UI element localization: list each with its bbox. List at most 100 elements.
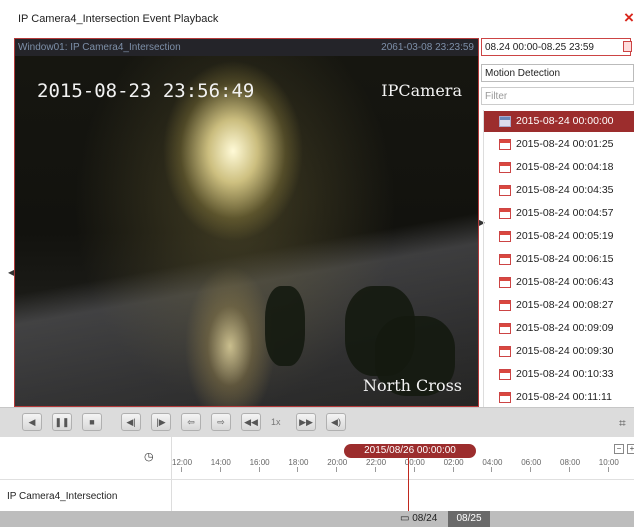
speed-label: 1x [271, 417, 281, 427]
video-frame [15, 56, 478, 406]
event-list-item[interactable]: 2015-08-24 00:08:27 [484, 295, 634, 316]
collapse-left-arrow-icon[interactable]: ◀ [8, 268, 14, 277]
event-time: 2015-08-24 00:09:30 [516, 345, 614, 357]
event-list-item[interactable]: 2015-08-24 00:09:09 [484, 318, 634, 339]
fast-button[interactable]: ▶▶ [296, 413, 316, 431]
timeline-tick [491, 467, 493, 472]
day-prev-label[interactable]: ▭ 08/24 [400, 513, 437, 524]
timeline-tick [569, 467, 570, 472]
zoom-out-icon[interactable]: − [614, 444, 624, 454]
slow-button[interactable]: ◀◀ [241, 413, 261, 431]
event-list-item[interactable]: 2015-08-24 00:00:00 [484, 111, 634, 132]
video-file-icon [499, 346, 511, 357]
event-list-item[interactable]: 2015-08-24 00:04:35 [484, 180, 634, 201]
video-file-icon [499, 277, 511, 288]
timeline-tick [413, 467, 415, 472]
event-type-select[interactable]: Motion Detection [481, 64, 634, 82]
event-time: 2015-08-24 00:11:11 [516, 391, 612, 403]
video-window-label: Window01: IP Camera4_Intersection [18, 42, 181, 53]
timeline-tick [607, 467, 609, 472]
fullscreen-icon[interactable]: ⌗ [619, 416, 626, 431]
video-file-icon [499, 392, 511, 403]
event-list-item[interactable]: 2015-08-24 00:04:57 [484, 203, 634, 224]
event-list-item[interactable]: 2015-08-24 00:09:30 [484, 341, 634, 362]
video-file-icon [499, 323, 511, 334]
stop-button[interactable]: ■ [82, 413, 102, 431]
video-window[interactable]: Window01: IP Camera4_Intersection 2061-0… [14, 38, 479, 407]
pause-icon: ❚❚ [54, 417, 70, 427]
timeline-tick [452, 467, 454, 472]
video-file-icon [499, 116, 511, 127]
prev-file-button[interactable]: ◀ [22, 413, 42, 431]
event-list-item[interactable]: 2015-08-24 00:05:19 [484, 226, 634, 247]
pause-button[interactable]: ❚❚ [52, 413, 72, 431]
sound-button[interactable]: ◀) [326, 413, 346, 431]
osd-location: North Cross [362, 376, 462, 395]
prev-file-icon: ◀ [28, 417, 36, 427]
slow-icon: ◀◀ [244, 417, 258, 427]
event-time: 2015-08-24 00:06:43 [516, 276, 614, 288]
osd-camera-name: IPCamera [381, 81, 462, 100]
event-list-item[interactable]: 2015-08-24 00:11:11 [484, 387, 634, 407]
tree-silhouette [265, 286, 305, 366]
event-list: 2015-08-24 00:00:00 2015-08-24 00:01:25 20… [483, 110, 634, 407]
fast-icon: ▶▶ [299, 417, 313, 427]
event-time: 2015-08-24 00:09:09 [516, 322, 614, 334]
timeline-cursor-time: 2015/08/26 00:00:00 [344, 444, 476, 458]
timeline-tick-label: 22:00 [366, 458, 387, 467]
event-list-item[interactable]: 2015-08-24 00:06:15 [484, 249, 634, 270]
timeline-camera-label: IP Camera4_Intersection [7, 491, 118, 502]
timeline-tick-label: 10:00 [598, 458, 619, 467]
event-list-item[interactable]: 2015-08-24 00:01:25 [484, 134, 634, 155]
timeline-tick-label: 14:00 [210, 458, 231, 467]
timeline-day-bar: ▭ 08/24 08/25 [0, 511, 634, 527]
skip-forward-icon: ⇨ [217, 417, 225, 427]
frame-back-icon: ◀| [126, 417, 136, 427]
timeline-tick [297, 467, 299, 472]
stop-icon: ■ [89, 417, 95, 427]
timeline-tick-label: 08:00 [560, 458, 581, 467]
skip-back-icon: ⇦ [187, 417, 195, 427]
filter-input[interactable]: Filter [481, 87, 634, 105]
frame-forward-button[interactable]: |▶ [151, 413, 171, 431]
timeline-cursor[interactable] [408, 458, 409, 511]
playback-controlbar: ◀ ❚❚ ■ ◀| |▶ ⇦ ⇨ ◀◀ 1x ▶▶ ◀) ⌗ [0, 407, 634, 437]
video-header: Window01: IP Camera4_Intersection 2061-0… [15, 39, 478, 56]
event-list-item[interactable]: 2015-08-24 00:10:33 [484, 364, 634, 385]
calendar-icon[interactable] [623, 41, 632, 52]
event-panel: 08.24 00:00-08.25 23:59 Motion Detection… [481, 38, 634, 407]
event-list-item[interactable]: 2015-08-24 00:04:18 [484, 157, 634, 178]
skip-forward-button[interactable]: ⇨ [211, 413, 231, 431]
video-file-icon [499, 139, 511, 150]
skip-back-button[interactable]: ⇦ [181, 413, 201, 431]
video-header-timestamp: 2061-03-08 23:23:59 [381, 42, 474, 53]
event-time: 2015-08-24 00:01:25 [516, 138, 614, 150]
filter-placeholder: Filter [485, 91, 508, 102]
video-file-icon [499, 208, 511, 219]
timeline-tick [375, 467, 376, 472]
day-current-label[interactable]: 08/25 [448, 511, 490, 527]
video-file-icon [499, 369, 511, 380]
event-list-item[interactable]: 2015-08-24 00:06:43 [484, 272, 634, 293]
video-file-icon [499, 300, 511, 311]
timeline-divider [0, 479, 634, 480]
timeline-camera-column: ◷ IP Camera4_Intersection [0, 437, 172, 511]
timeline-tick-label: 06:00 [521, 458, 542, 467]
zoom-in-icon[interactable]: + [627, 444, 634, 454]
event-time: 2015-08-24 00:04:57 [516, 207, 614, 219]
date-range-field[interactable]: 08.24 00:00-08.25 23:59 [481, 38, 632, 56]
timeline-tick [258, 467, 260, 472]
video-file-icon [499, 254, 511, 265]
timeline-clock-icon[interactable]: ◷ [144, 450, 154, 463]
event-time: 2015-08-24 00:06:15 [516, 253, 614, 265]
event-time: 2015-08-24 00:00:00 [516, 115, 614, 127]
event-time: 2015-08-24 00:04:35 [516, 184, 614, 196]
close-icon[interactable]: × [624, 9, 634, 26]
frame-back-button[interactable]: ◀| [121, 413, 141, 431]
timeline-tick-label: 16:00 [249, 458, 270, 467]
date-range-value: 08.24 00:00-08.25 23:59 [485, 42, 594, 53]
timeline-tick [336, 467, 338, 472]
timeline-tick [530, 467, 532, 472]
timeline[interactable]: ◷ IP Camera4_Intersection 2015/08/26 00:… [0, 437, 634, 527]
event-time: 2015-08-24 00:10:33 [516, 368, 614, 380]
